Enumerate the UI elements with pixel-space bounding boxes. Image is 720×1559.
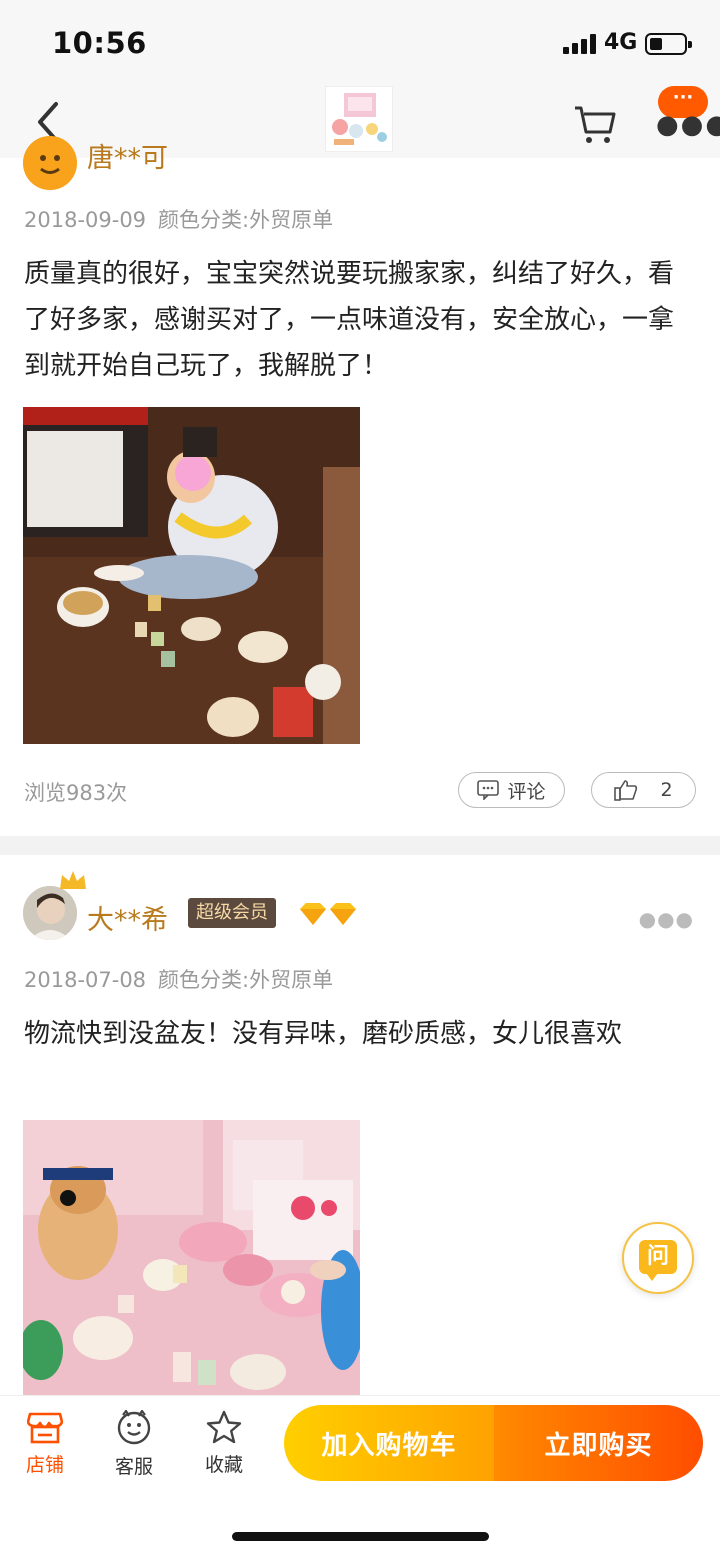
review-meta: 2018-07-08 颜色分类:外贸原单 bbox=[24, 964, 333, 994]
status-bar: 10:56 4G bbox=[0, 0, 720, 86]
tab-label: 收藏 bbox=[204, 1454, 243, 1476]
review-more-icon[interactable]: ●●● bbox=[639, 907, 694, 931]
reviewer-name[interactable]: 大**希 bbox=[87, 898, 168, 937]
review-variant: 颜色分类:外贸原单 bbox=[158, 208, 334, 232]
crown-icon bbox=[60, 871, 86, 889]
store-icon bbox=[27, 1412, 63, 1444]
super-member-badge: 超级会员 bbox=[188, 898, 276, 928]
purchase-buttons: 加入购物车 立即购买 bbox=[284, 1405, 703, 1481]
tab-label: 客服 bbox=[114, 1456, 153, 1478]
tab-store[interactable]: 店铺 bbox=[10, 1410, 80, 1477]
diamond-level-icon bbox=[300, 903, 356, 925]
review-text: 物流快到没盆友！没有异味，磨砂质感，女儿很喜欢 bbox=[24, 1019, 623, 1049]
tab-favorite[interactable]: 收藏 bbox=[189, 1410, 259, 1477]
customer-service-icon bbox=[117, 1410, 151, 1445]
review-card: 唐**可 2018-09-09 颜色分类:外贸原单 质量真的很好，宝宝突然说要玩搬… bbox=[0, 136, 720, 836]
thumbs-up-icon bbox=[614, 780, 638, 801]
review-photo[interactable] bbox=[23, 1120, 360, 1395]
comment-icon bbox=[477, 780, 500, 800]
status-time: 10:56 bbox=[52, 26, 147, 60]
review-date: 2018-09-09 bbox=[24, 208, 147, 232]
signal-icon bbox=[563, 34, 599, 54]
more-menu-button[interactable]: ··· ●●● bbox=[650, 86, 720, 138]
like-count: 2 bbox=[660, 779, 673, 801]
reviewer-name[interactable]: 唐**可 bbox=[87, 136, 168, 175]
cart-icon bbox=[575, 106, 616, 143]
review-text: 质量真的很好，宝宝突然说要玩搬家家，纠结了好久，看了好多家，感谢买对了，一点味道… bbox=[24, 259, 675, 381]
avatar[interactable] bbox=[23, 886, 77, 940]
view-count: 浏览983次 bbox=[24, 781, 128, 805]
product-image bbox=[332, 93, 387, 145]
battery-icon bbox=[645, 33, 692, 55]
bottom-action-bar: 店铺 客服 收藏 加入购物车 立即购买 bbox=[0, 1395, 720, 1559]
review-meta: 2018-09-09 颜色分类:外贸原单 bbox=[24, 204, 333, 234]
like-button[interactable]: 2 bbox=[591, 772, 696, 808]
review-card: 大**希 超级会员 ●●● 2018-07-08 颜色分类:外贸原单 物流快到没盆… bbox=[0, 855, 720, 1395]
star-icon bbox=[206, 1410, 242, 1444]
network-type: 4G bbox=[604, 30, 638, 55]
ask-icon: 问 bbox=[639, 1240, 677, 1281]
add-to-cart-button[interactable]: 加入购物车 bbox=[284, 1405, 494, 1481]
tab-customer-service[interactable]: 客服 bbox=[99, 1410, 169, 1479]
review-date: 2018-07-08 bbox=[24, 968, 147, 992]
home-indicator[interactable] bbox=[232, 1532, 489, 1541]
buy-now-button[interactable]: 立即购买 bbox=[494, 1405, 703, 1481]
tab-label: 店铺 bbox=[25, 1454, 64, 1476]
cart-button[interactable] bbox=[572, 102, 618, 148]
ask-question-button[interactable]: 问 bbox=[622, 1222, 694, 1294]
review-photo[interactable] bbox=[23, 407, 360, 744]
comment-button[interactable]: 评论 bbox=[458, 772, 565, 808]
review-variant: 颜色分类:外贸原单 bbox=[158, 968, 334, 992]
product-thumbnail[interactable] bbox=[325, 86, 393, 152]
avatar[interactable] bbox=[23, 136, 77, 190]
more-dots-icon: ●●● bbox=[656, 110, 720, 140]
section-divider bbox=[0, 836, 720, 855]
comment-label: 评论 bbox=[507, 780, 546, 803]
